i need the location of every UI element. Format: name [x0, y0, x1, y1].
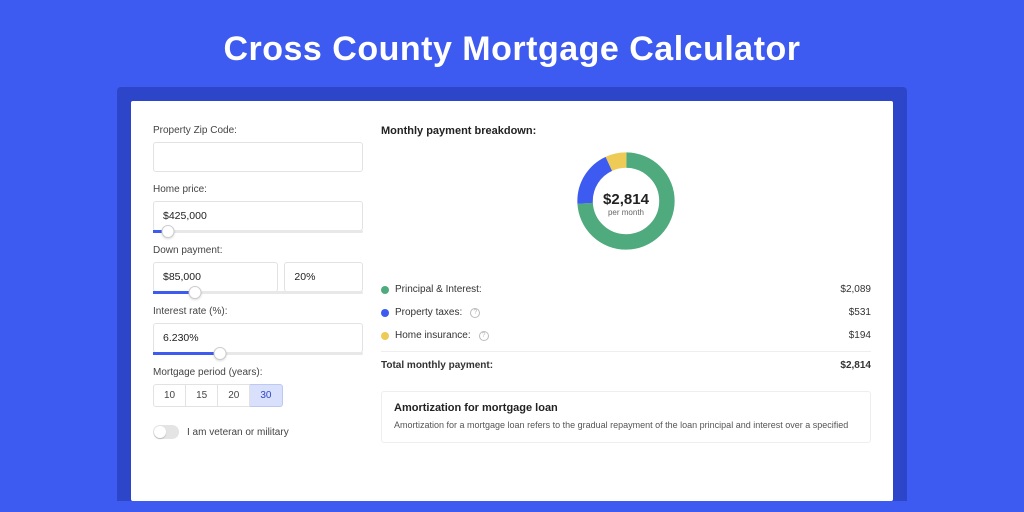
- period-label: Mortgage period (years):: [153, 367, 363, 378]
- period-button-10[interactable]: 10: [153, 384, 186, 407]
- legend-label: Home insurance:: [395, 330, 471, 341]
- total-value: $2,814: [840, 360, 871, 371]
- down-payment-pct-input[interactable]: [284, 262, 363, 292]
- down-payment-slider-thumb[interactable]: [189, 286, 202, 299]
- interest-label: Interest rate (%):: [153, 306, 363, 317]
- donut-center-amount: $2,814: [603, 191, 649, 208]
- breakdown-title: Monthly payment breakdown:: [381, 125, 871, 137]
- interest-slider-thumb[interactable]: [214, 347, 227, 360]
- legend: Principal & Interest: $2,089 Property taxe…: [381, 278, 871, 347]
- period-button-15[interactable]: 15: [186, 384, 218, 407]
- donut-center: $2,814 per month: [603, 191, 649, 217]
- calculator-shell: Property Zip Code: Home price: Down paym…: [117, 87, 907, 501]
- page-title: Cross County Mortgage Calculator: [0, 0, 1024, 87]
- interest-input[interactable]: [153, 323, 363, 353]
- home-price-label: Home price:: [153, 184, 363, 195]
- legend-label: Property taxes:: [395, 307, 462, 318]
- legend-row-2: Home insurance:? $194: [381, 324, 871, 347]
- amortization-title: Amortization for mortgage loan: [394, 402, 858, 414]
- down-payment-label: Down payment:: [153, 245, 363, 256]
- legend-label: Principal & Interest:: [395, 284, 482, 295]
- down-payment-input[interactable]: [153, 262, 278, 292]
- donut-holder: $2,814 per month: [572, 147, 680, 260]
- home-price-slider-thumb[interactable]: [161, 225, 174, 238]
- interest-slider[interactable]: [153, 352, 363, 355]
- inputs-column: Property Zip Code: Home price: Down paym…: [153, 125, 363, 477]
- total-row: Total monthly payment: $2,814: [381, 351, 871, 377]
- down-payment-slider[interactable]: [153, 291, 363, 294]
- zip-label: Property Zip Code:: [153, 125, 363, 136]
- veteran-label: I am veteran or military: [187, 427, 289, 438]
- amortization-text: Amortization for a mortgage loan refers …: [394, 420, 858, 432]
- breakdown-column: Monthly payment breakdown: $2,814 per mo…: [381, 125, 871, 477]
- legend-row-1: Property taxes:? $531: [381, 301, 871, 324]
- period-button-30[interactable]: 30: [250, 384, 282, 407]
- legend-dot: [381, 309, 389, 317]
- down-payment-group: Down payment:: [153, 245, 363, 294]
- legend-value: $531: [849, 307, 871, 318]
- total-label: Total monthly payment:: [381, 360, 493, 371]
- veteran-toggle-row: I am veteran or military: [153, 425, 363, 439]
- calculator-card: Property Zip Code: Home price: Down paym…: [131, 101, 893, 501]
- home-price-slider[interactable]: [153, 230, 363, 233]
- home-price-group: Home price:: [153, 184, 363, 233]
- period-group: Mortgage period (years): 10152030: [153, 367, 363, 407]
- period-button-20[interactable]: 20: [218, 384, 250, 407]
- zip-input[interactable]: [153, 142, 363, 172]
- legend-value: $194: [849, 330, 871, 341]
- info-icon[interactable]: ?: [470, 308, 480, 318]
- info-icon[interactable]: ?: [479, 331, 489, 341]
- interest-group: Interest rate (%):: [153, 306, 363, 355]
- legend-dot: [381, 332, 389, 340]
- legend-value: $2,089: [840, 284, 871, 295]
- zip-group: Property Zip Code:: [153, 125, 363, 172]
- amortization-card: Amortization for mortgage loan Amortizat…: [381, 391, 871, 443]
- home-price-input[interactable]: [153, 201, 363, 231]
- period-buttons: 10152030: [153, 384, 363, 407]
- donut-chart-wrap: $2,814 per month: [381, 147, 871, 260]
- veteran-toggle[interactable]: [153, 425, 179, 439]
- legend-row-0: Principal & Interest: $2,089: [381, 278, 871, 301]
- legend-dot: [381, 286, 389, 294]
- donut-center-sub: per month: [603, 208, 649, 217]
- toggle-knob: [154, 426, 166, 438]
